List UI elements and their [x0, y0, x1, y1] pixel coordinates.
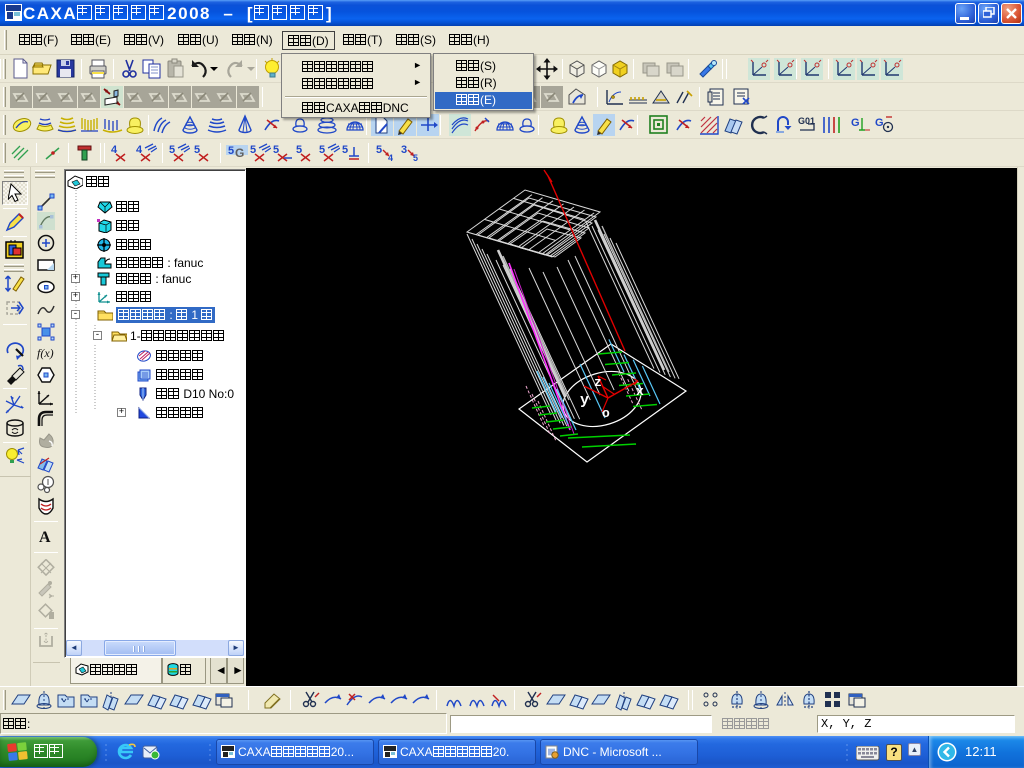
svg-text:G01: G01 — [798, 116, 815, 126]
svg-text:f(x): f(x) — [37, 346, 54, 360]
svg-text:z: z — [594, 375, 602, 390]
svg-text:3: 3 — [401, 144, 407, 156]
svg-text:G: G — [851, 117, 860, 129]
svg-text:o: o — [602, 406, 610, 421]
svg-text:G: G — [235, 146, 244, 160]
svg-text:5: 5 — [228, 145, 234, 157]
svg-text:y: y — [580, 392, 589, 409]
svg-text:5: 5 — [376, 144, 382, 156]
svg-text:4: 4 — [388, 153, 393, 163]
svg-text:G: G — [875, 117, 884, 129]
svg-text:x: x — [636, 384, 644, 399]
svg-text:A: A — [39, 529, 51, 546]
svg-text:5: 5 — [413, 153, 418, 163]
svg-text:5: 5 — [342, 144, 348, 156]
